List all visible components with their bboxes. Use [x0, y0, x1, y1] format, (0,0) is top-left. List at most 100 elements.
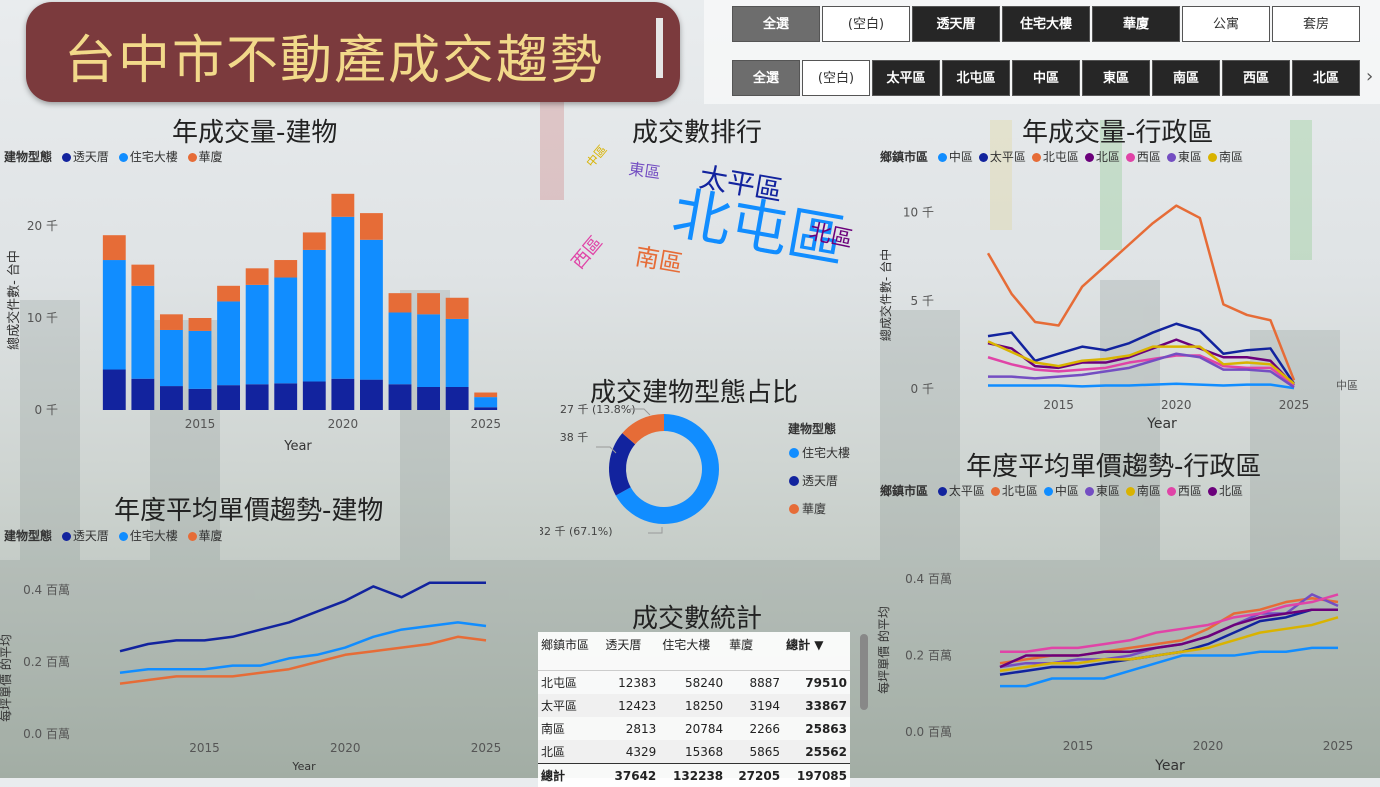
bar-segment [131, 265, 154, 286]
legend-dot [1085, 487, 1094, 496]
column-header[interactable]: 鄉鎮市區 [538, 632, 602, 671]
y-tick-label: 0.2 百萬 [23, 655, 70, 669]
legend-dot [1208, 487, 1217, 496]
column-header[interactable]: 住宅大樓 [659, 632, 726, 671]
leader-line [648, 527, 662, 533]
slicer-option[interactable]: 中區 [1012, 60, 1080, 96]
column-header[interactable]: 總計 ▼ [783, 632, 850, 671]
slicer-option[interactable]: (空白) [822, 6, 910, 42]
x-tick-label: 2020 [328, 417, 359, 431]
legend-dot [1126, 487, 1135, 496]
table-row[interactable]: 北區432915368586525562 [538, 740, 850, 764]
slicer-option[interactable]: 住宅大樓 [1002, 6, 1090, 42]
slicer-option[interactable]: 北區 [1292, 60, 1360, 96]
legend-item[interactable]: 中區 [1044, 484, 1079, 498]
legend-item[interactable]: 北屯區 [1032, 150, 1079, 164]
bar-segment [131, 286, 154, 379]
bar-segment [160, 386, 183, 410]
legend-item[interactable]: 透天厝 [62, 529, 109, 543]
legend-item[interactable]: 太平區 [979, 150, 1026, 164]
price-district-legend: 鄉鎮市區 太平區北屯區中區東區南區西區北區 [880, 482, 1249, 499]
x-axis-label: Year [283, 439, 312, 454]
stats-table: 鄉鎮市區透天厝住宅大樓華廈總計 ▼北屯區1238358240888779510太… [538, 632, 850, 787]
filter-panel: 全選(空白)透天厝住宅大樓華廈公寓套房 全選(空白)太平區北屯區中區東區南區西區… [704, 0, 1380, 104]
bar-segment [474, 407, 497, 410]
legend-label: 東區 [1178, 150, 1202, 164]
table-cell: 33867 [783, 694, 850, 717]
legend-title: 鄉鎮市區 [880, 484, 928, 498]
series-end-label: 中區 [1336, 379, 1358, 392]
table-row[interactable]: 南區281320784226625863 [538, 717, 850, 740]
x-axis-label: Year [291, 760, 316, 773]
word-cloud-term: 南區 [633, 242, 685, 278]
legend-item[interactable]: 北屯區 [991, 484, 1038, 498]
table-cell: 27205 [726, 764, 783, 787]
legend-dot [938, 487, 947, 496]
district-volume-legend: 鄉鎮市區 中區太平區北屯區北區西區東區南區 [880, 148, 1249, 165]
bar-segment [217, 286, 240, 302]
bar-segment [217, 385, 240, 410]
legend-dot [1167, 487, 1176, 496]
legend-item[interactable]: 南區 [1208, 150, 1243, 164]
y-axis-label: 總成交件數- 台中 [6, 250, 22, 350]
bar-segment [217, 301, 240, 385]
table-cell: 58240 [659, 671, 726, 695]
x-tick-label: 2025 [1323, 739, 1354, 753]
bar-segment [103, 235, 126, 260]
table-row[interactable]: 北屯區1238358240888779510 [538, 671, 850, 695]
bar-segment [189, 318, 212, 331]
column-header[interactable]: 華廈 [726, 632, 783, 671]
slicer-option[interactable]: 華廈 [1092, 6, 1180, 42]
word-cloud-term: 中區 [583, 142, 610, 170]
x-tick-label: 2025 [471, 741, 502, 755]
slicer-option[interactable]: 套房 [1272, 6, 1360, 42]
table-cell: 4329 [602, 740, 659, 764]
slicer-option[interactable]: 南區 [1152, 60, 1220, 96]
chevron-right-icon[interactable]: › [1366, 66, 1373, 87]
y-tick-label: 5 千 [911, 294, 934, 308]
bar-segment [246, 268, 269, 285]
slicer-option[interactable]: 西區 [1222, 60, 1290, 96]
legend-item[interactable]: 南區 [1126, 484, 1161, 498]
bar-segment [160, 314, 183, 330]
x-tick-label: 2015 [185, 417, 216, 431]
donut-legend-label: 華廈 [802, 501, 826, 516]
slicer-option[interactable]: (空白) [802, 60, 870, 96]
title-banner: 台中市不動產成交趨勢 [26, 2, 680, 102]
legend-item[interactable]: 西區 [1126, 150, 1161, 164]
slicer-option[interactable]: 北屯區 [942, 60, 1010, 96]
legend-item[interactable]: 太平區 [938, 484, 985, 498]
legend-item[interactable]: 北區 [1085, 150, 1120, 164]
legend-item[interactable]: 東區 [1085, 484, 1120, 498]
x-tick-label: 2015 [1043, 398, 1074, 412]
district-volume-line-chart: 0 千5 千10 千201520202025Year總成交件數- 台中中區 [870, 165, 1380, 435]
table-row[interactable]: 太平區1242318250319433867 [538, 694, 850, 717]
slicer-option[interactable]: 全選 [732, 6, 820, 42]
legend-item[interactable]: 住宅大樓 [119, 529, 178, 543]
bar-segment [189, 389, 212, 410]
table-cell: 南區 [538, 717, 602, 740]
slicer-option[interactable]: 透天厝 [912, 6, 1000, 42]
donut-chart: 27 千 (13.8%)38 千132 千 (67.1%)建物型態住宅大樓透天厝… [540, 395, 860, 545]
x-tick-label: 2025 [1279, 398, 1310, 412]
table-cell: 太平區 [538, 694, 602, 717]
slicer-option[interactable]: 東區 [1082, 60, 1150, 96]
table-cell: 79510 [783, 671, 850, 695]
slicer-option[interactable]: 太平區 [872, 60, 940, 96]
table-cell: 197085 [783, 764, 850, 787]
legend-item[interactable]: 北區 [1208, 484, 1243, 498]
legend-item[interactable]: 西區 [1167, 484, 1202, 498]
legend-item[interactable]: 東區 [1167, 150, 1202, 164]
bar-segment [303, 232, 326, 249]
y-tick-label: 0.4 百萬 [905, 572, 952, 586]
bar-segment [331, 217, 354, 379]
word-cloud-term: 西區 [568, 232, 607, 273]
column-header[interactable]: 透天厝 [602, 632, 659, 671]
legend-item[interactable]: 華廈 [188, 529, 223, 543]
legend-item[interactable]: 中區 [938, 150, 973, 164]
legend-label: 南區 [1219, 150, 1243, 164]
y-axis-label: 每坪單價 的平均 [876, 606, 891, 694]
table-scrollbar[interactable] [860, 634, 868, 710]
slicer-option[interactable]: 全選 [732, 60, 800, 96]
slicer-option[interactable]: 公寓 [1182, 6, 1270, 42]
